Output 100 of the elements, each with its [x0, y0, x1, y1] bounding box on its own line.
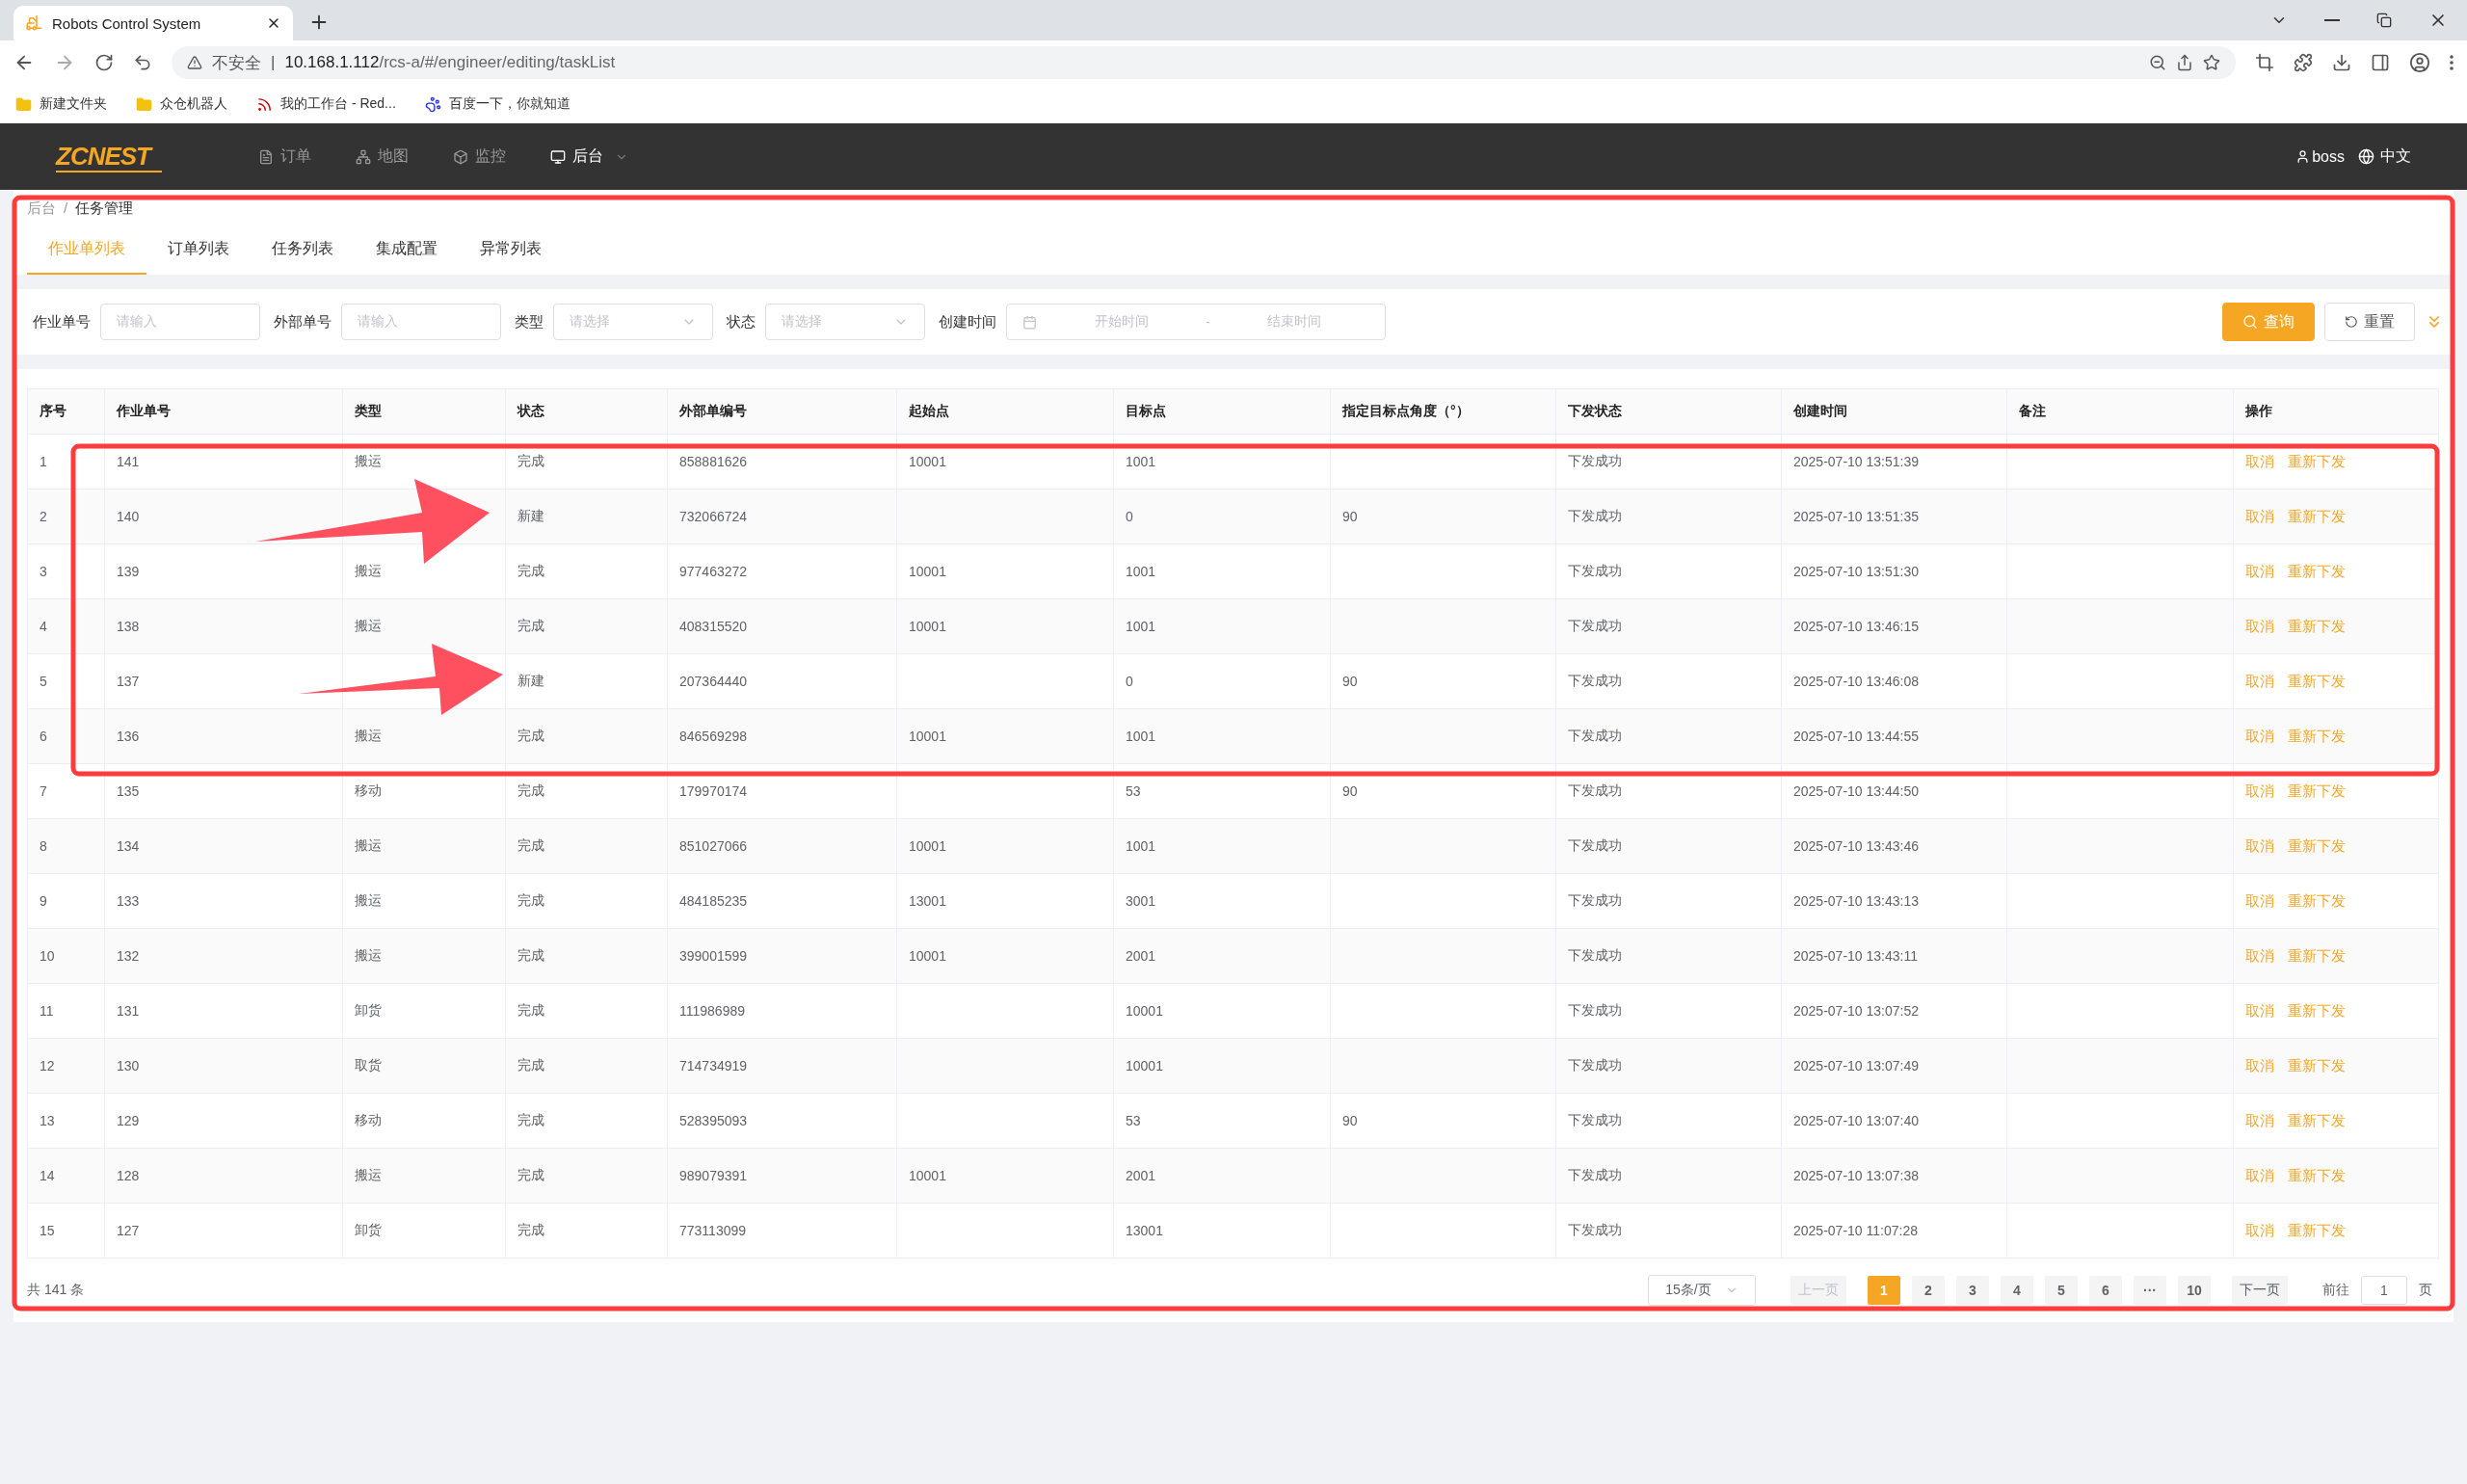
table-cell: 10001 — [909, 454, 946, 469]
page-button[interactable]: 2 — [1912, 1276, 1945, 1305]
tab[interactable]: 作业单列表 — [27, 227, 146, 275]
bookmark-link[interactable]: 百度一下，你就知道 — [448, 95, 570, 113]
action-link[interactable]: 重新下发 — [2288, 946, 2346, 964]
folder-icon — [136, 95, 152, 113]
address-bar[interactable]: 不安全 | 10.168.1.112/rcs-a/#/engineer/editing/taskList — [172, 46, 2236, 79]
action-link[interactable]: 重新下发 — [2288, 672, 2346, 689]
nav-item[interactable]: 订单 — [280, 146, 311, 167]
page-button[interactable]: 10 — [2178, 1276, 2211, 1305]
date-range-field[interactable]: 开始时间 - 结束时间 — [1006, 304, 1386, 340]
menu-icon[interactable] — [2450, 55, 2454, 70]
column-header: 操作 — [2233, 388, 2439, 435]
action-link[interactable]: 重新下发 — [2288, 507, 2346, 524]
table-cell: 完成 — [517, 1002, 544, 1018]
table-cell: 399001599 — [679, 948, 748, 964]
table-cell: 132 — [117, 948, 140, 964]
page-button[interactable]: 6 — [2089, 1276, 2122, 1305]
table-cell: 2025-07-10 13:43:46 — [1793, 838, 1919, 854]
breadcrumb-link[interactable]: 后台 — [27, 199, 56, 218]
next-page-button[interactable]: 下一页 — [2232, 1276, 2288, 1305]
table-cell: 1001 — [1126, 838, 1156, 854]
nav-item[interactable]: 后台 — [572, 146, 603, 167]
table-cell: 0 — [1126, 509, 1133, 524]
page-button[interactable]: 4 — [2001, 1276, 2033, 1305]
nav-item[interactable]: 地图 — [378, 146, 409, 167]
bookmark-link[interactable]: 新建文件夹 — [40, 95, 107, 113]
action-link[interactable]: 取消 — [2245, 452, 2274, 469]
action-link[interactable]: 重新下发 — [2288, 782, 2346, 799]
action-link[interactable]: 重新下发 — [2288, 617, 2346, 634]
action-link[interactable]: 取消 — [2245, 727, 2274, 744]
table-cell: 下发成功 — [1568, 1002, 1622, 1018]
table-cell: 10001 — [909, 1168, 946, 1183]
action-link[interactable]: 重新下发 — [2288, 836, 2346, 854]
action-link[interactable]: 重新下发 — [2288, 1001, 2346, 1019]
bookmark-link[interactable]: 我的工作台 - Red... — [280, 95, 396, 113]
table-cell: 90 — [1342, 1113, 1358, 1128]
select-field[interactable]: 请选择 — [765, 304, 925, 340]
action-link[interactable]: 取消 — [2245, 507, 2274, 524]
tab[interactable]: 异常列表 — [459, 227, 563, 275]
page-button[interactable]: 3 — [1956, 1276, 1989, 1305]
input-field[interactable]: 请输入 — [100, 304, 260, 340]
action-link[interactable]: 重新下发 — [2288, 1056, 2346, 1073]
reload-icon — [94, 53, 114, 72]
table-cell: 90 — [1342, 783, 1358, 799]
filter-label: 作业单号 — [33, 312, 91, 331]
action-link[interactable]: 重新下发 — [2288, 891, 2346, 909]
action-link[interactable]: 重新下发 — [2288, 1166, 2346, 1183]
action-link[interactable]: 取消 — [2245, 1001, 2274, 1019]
action-link[interactable]: 取消 — [2245, 782, 2274, 799]
table-cell: 下发成功 — [1568, 1167, 1622, 1182]
action-link[interactable]: 取消 — [2245, 891, 2274, 909]
browser-tab[interactable]: Robots Control System — [13, 6, 293, 40]
action-link[interactable]: 取消 — [2245, 562, 2274, 579]
nav-item[interactable]: 监控 — [475, 146, 506, 167]
bookmark-link[interactable]: 众仓机器人 — [160, 95, 227, 113]
reset-button[interactable]: 重置 — [2324, 303, 2415, 341]
table-cell: 下发成功 — [1568, 563, 1622, 578]
action-link[interactable]: 重新下发 — [2288, 562, 2346, 579]
action-link[interactable]: 取消 — [2245, 672, 2274, 689]
action-link[interactable]: 取消 — [2245, 836, 2274, 854]
table-cell: 1001 — [1126, 619, 1156, 634]
action-link[interactable]: 重新下发 — [2288, 727, 2346, 744]
user-name[interactable]: boss — [2312, 147, 2345, 166]
separator: | — [271, 53, 276, 72]
table-cell: 2025-07-10 13:44:50 — [1793, 783, 1919, 799]
action-link[interactable]: 重新下发 — [2288, 452, 2346, 469]
query-button[interactable]: 查询 — [2222, 303, 2315, 341]
input-field[interactable]: 请输入 — [341, 304, 501, 340]
table-cell: 2001 — [1126, 1168, 1156, 1183]
forklift-icon — [25, 14, 42, 32]
page-button[interactable]: 1 — [1868, 1276, 1900, 1305]
action-link[interactable]: 取消 — [2245, 617, 2274, 634]
page-size-select[interactable]: 15条/页 — [1648, 1275, 1756, 1306]
table-cell: 111986989 — [679, 1003, 745, 1019]
action-link[interactable]: 取消 — [2245, 1056, 2274, 1073]
action-link[interactable]: 重新下发 — [2288, 1111, 2346, 1128]
tab[interactable]: 集成配置 — [355, 227, 459, 275]
table-cell: 989079391 — [679, 1168, 748, 1183]
undo-icon — [133, 53, 152, 72]
action-link[interactable]: 取消 — [2245, 946, 2274, 964]
table-cell: 搬运 — [355, 837, 382, 853]
folder-icon — [15, 95, 32, 113]
tab[interactable]: 任务列表 — [251, 227, 355, 275]
action-link[interactable]: 取消 — [2245, 1166, 2274, 1183]
page-button[interactable]: ··· — [2134, 1276, 2166, 1305]
page-button[interactable]: 5 — [2045, 1276, 2078, 1305]
column-header: 起始点 — [896, 388, 1114, 435]
table-cell: 207364440 — [679, 674, 748, 689]
select-field[interactable]: 请选择 — [553, 304, 713, 340]
action-link[interactable]: 重新下发 — [2288, 1221, 2346, 1238]
action-link[interactable]: 取消 — [2245, 1221, 2274, 1238]
table-cell: 2025-07-10 13:07:38 — [1793, 1168, 1919, 1183]
table-cell: 10001 — [909, 838, 946, 854]
goto-page-field[interactable]: 1 — [2361, 1276, 2407, 1305]
action-link[interactable]: 取消 — [2245, 1111, 2274, 1128]
tab[interactable]: 订单列表 — [146, 227, 251, 275]
table-cell: 10001 — [909, 619, 946, 634]
table-cell: 下发成功 — [1568, 1057, 1622, 1073]
language-menu[interactable]: 中文 — [2380, 146, 2411, 167]
